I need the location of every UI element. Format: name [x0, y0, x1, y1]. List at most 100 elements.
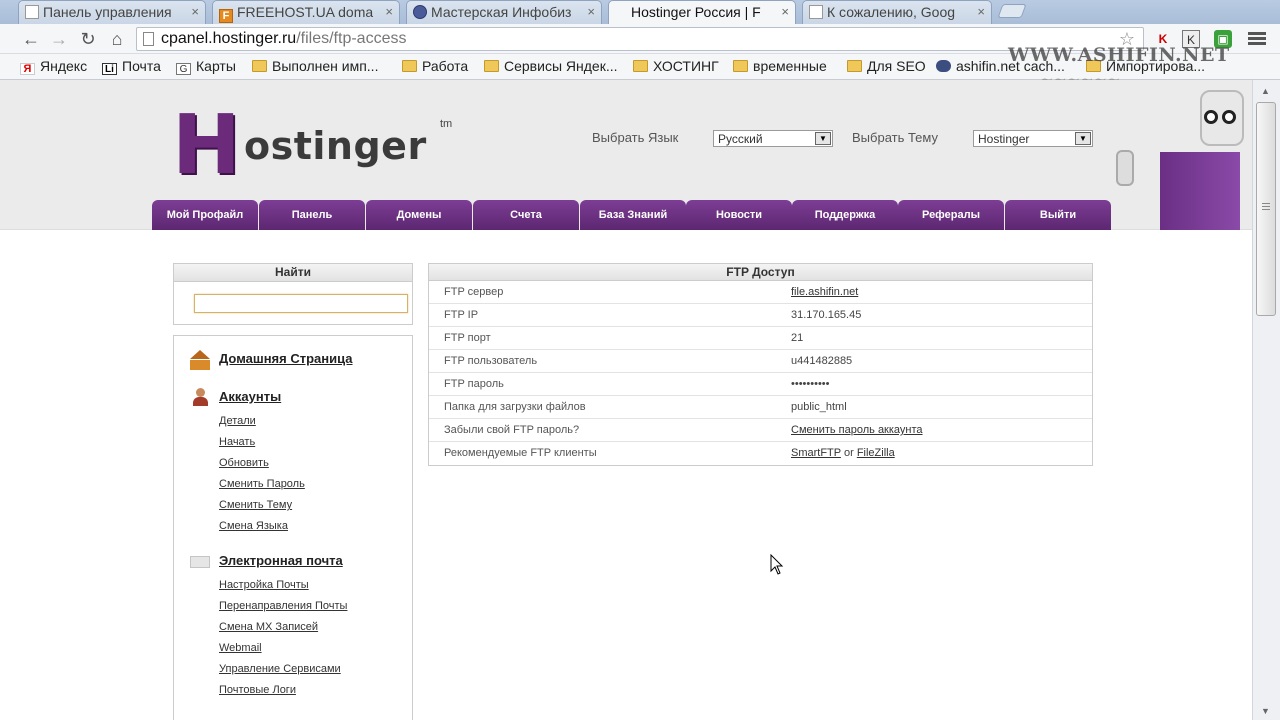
sidemenu-link[interactable]: Смена MX Записей — [219, 621, 318, 633]
sidemenu-link[interactable]: Перенаправления Почты — [219, 600, 347, 612]
scroll-up-icon[interactable]: ▲ — [1261, 86, 1270, 96]
bookmark-folder-hosting[interactable]: ХОСТИНГ — [633, 58, 719, 74]
smartftp-link[interactable]: SmartFTP — [791, 447, 841, 459]
table-row: FTP пароль •••••••••• — [429, 373, 1092, 396]
tab-freehost[interactable]: F FREEHOST.UA doma × — [212, 0, 400, 24]
sidemenu-link[interactable]: Управление Сервисами — [219, 663, 341, 675]
language-label: Выбрать Язык — [592, 130, 679, 145]
web-page: H ostinger tm Выбрать Язык Русский ▼ Выб… — [0, 80, 1252, 720]
mouse-cursor-icon — [770, 554, 784, 575]
home-icon — [190, 350, 210, 370]
close-icon[interactable]: × — [191, 4, 199, 19]
page-icon — [25, 5, 39, 19]
ftp-title: FTP Доступ — [429, 264, 1092, 281]
close-icon[interactable]: × — [385, 4, 393, 19]
search-panel: Найти — [173, 263, 413, 325]
menu-icon[interactable] — [1248, 30, 1266, 48]
table-row: FTP порт 21 — [429, 327, 1092, 350]
new-tab-button[interactable] — [997, 4, 1027, 18]
tab-strip: Панель управления × F FREEHOST.UA doma × … — [0, 0, 1280, 25]
bookmark-pochta[interactable]: Li Почта — [102, 58, 161, 75]
table-row: FTP сервер file.ashifin.net — [429, 281, 1092, 304]
folder-icon — [847, 60, 862, 72]
nav-panel[interactable]: Панель — [259, 200, 365, 230]
folder-icon — [484, 60, 499, 72]
sidemenu-link[interactable]: Обновить — [219, 457, 269, 469]
url-host: cpanel.hostinger.ru — [161, 30, 297, 47]
page-icon — [143, 32, 154, 46]
bookmark-karty[interactable]: G Карты — [176, 58, 236, 75]
tab-panel[interactable]: Панель управления × — [18, 0, 206, 24]
nav-logout[interactable]: Выйти — [1005, 200, 1111, 230]
scroll-down-icon[interactable]: ▼ — [1261, 706, 1270, 716]
li-icon: Li — [102, 63, 117, 75]
sidemenu-link[interactable]: Сменить Тему — [219, 499, 292, 511]
sidemenu-link[interactable]: Начать — [219, 436, 255, 448]
nav-referrals[interactable]: Рефералы — [898, 200, 1004, 230]
language-select[interactable]: Русский ▼ — [713, 130, 833, 147]
folder-icon — [633, 60, 648, 72]
nav-profile[interactable]: Мой Профайл — [152, 200, 258, 230]
chevron-down-icon: ▼ — [1075, 132, 1091, 145]
sidemenu-link[interactable]: Сменить Пароль — [219, 478, 305, 490]
folder-icon — [733, 60, 748, 72]
theme-select[interactable]: Hostinger ▼ — [973, 130, 1093, 147]
forward-button[interactable]: → — [48, 28, 70, 50]
table-row: FTP пользователь u441482885 — [429, 350, 1092, 373]
sidemenu-home[interactable]: Домашняя Страница — [219, 351, 353, 366]
bookmark-folder-import[interactable]: Выполнен имп... — [252, 58, 378, 74]
sidemenu-email[interactable]: Электронная почта — [219, 553, 343, 568]
freehost-icon: F — [219, 9, 233, 23]
folder-icon — [252, 60, 267, 72]
bookmark-folder-servisy[interactable]: Сервисы Яндек... — [484, 58, 617, 74]
table-row: Рекомендуемые FTP клиенты SmartFTP or Fi… — [444, 447, 895, 459]
back-button[interactable]: ← — [20, 28, 42, 50]
chevron-down-icon: ▼ — [815, 132, 831, 145]
tab-google[interactable]: К сожалению, Goog × — [802, 0, 992, 24]
bookmark-folder-vremennye[interactable]: временные — [733, 58, 827, 74]
user-icon — [936, 60, 951, 72]
mascot-image — [1100, 80, 1252, 230]
side-menu: Домашняя Страница Аккаунты Детали Начать… — [173, 335, 413, 720]
ftp-server-link[interactable]: file.ashifin.net — [791, 281, 858, 303]
bookmark-yandex[interactable]: Я Яндекс — [20, 58, 87, 75]
change-password-link[interactable]: Сменить пароль аккаунта — [791, 419, 923, 441]
g-icon: G — [176, 63, 191, 75]
nav-news[interactable]: Новости — [686, 200, 792, 230]
close-icon[interactable]: × — [587, 4, 595, 19]
nav-knowledge-base[interactable]: База Знаний — [580, 200, 686, 230]
sidemenu-link[interactable]: Почтовые Логи — [219, 684, 296, 696]
nav-domains[interactable]: Домены — [366, 200, 472, 230]
table-row: FTP IP 31.170.165.45 — [429, 304, 1092, 327]
reload-button[interactable]: ↻ — [77, 28, 99, 50]
home-button[interactable]: ⌂ — [106, 28, 128, 50]
close-icon[interactable]: × — [781, 4, 789, 19]
mail-icon — [190, 556, 210, 568]
folder-icon — [402, 60, 417, 72]
url-path: /files/ftp-access — [296, 30, 407, 47]
ftp-access-panel: FTP Доступ FTP сервер file.ashifin.net F… — [428, 263, 1093, 466]
scrollbar-thumb[interactable] — [1256, 102, 1276, 316]
nav-invoices[interactable]: Счета — [473, 200, 579, 230]
sidemenu-link[interactable]: Смена Языка — [219, 520, 288, 532]
sidemenu-link[interactable]: Детали — [219, 415, 256, 427]
bookmark-folder-rabota[interactable]: Работа — [402, 58, 468, 74]
watermark: WWW.ASHIFIN.NET — [1008, 44, 1230, 66]
person-icon — [413, 5, 427, 19]
search-input[interactable] — [194, 294, 408, 313]
nav-support[interactable]: Поддержка — [792, 200, 898, 230]
close-icon[interactable]: × — [977, 4, 985, 19]
page-icon — [809, 5, 823, 19]
sidemenu-accounts[interactable]: Аккаунты — [219, 389, 281, 404]
search-title: Найти — [174, 264, 412, 282]
page-scrollbar[interactable]: ▲ ▼ — [1252, 80, 1280, 720]
bookmark-folder-seo[interactable]: Для SEO — [847, 58, 926, 74]
filezilla-link[interactable]: FileZilla — [857, 447, 895, 459]
user-icon — [190, 388, 210, 406]
tab-hostinger[interactable]: Hostinger Россия | F × — [608, 0, 796, 25]
tab-masterskaya[interactable]: Мастерская Инфобиз × — [406, 0, 602, 24]
address-bar[interactable]: cpanel.hostinger.ru/files/ftp-access ☆ — [136, 27, 1144, 51]
hostinger-logo[interactable]: H ostinger tm — [172, 104, 472, 192]
sidemenu-link[interactable]: Webmail — [219, 642, 262, 654]
sidemenu-link[interactable]: Настройка Почты — [219, 579, 309, 591]
